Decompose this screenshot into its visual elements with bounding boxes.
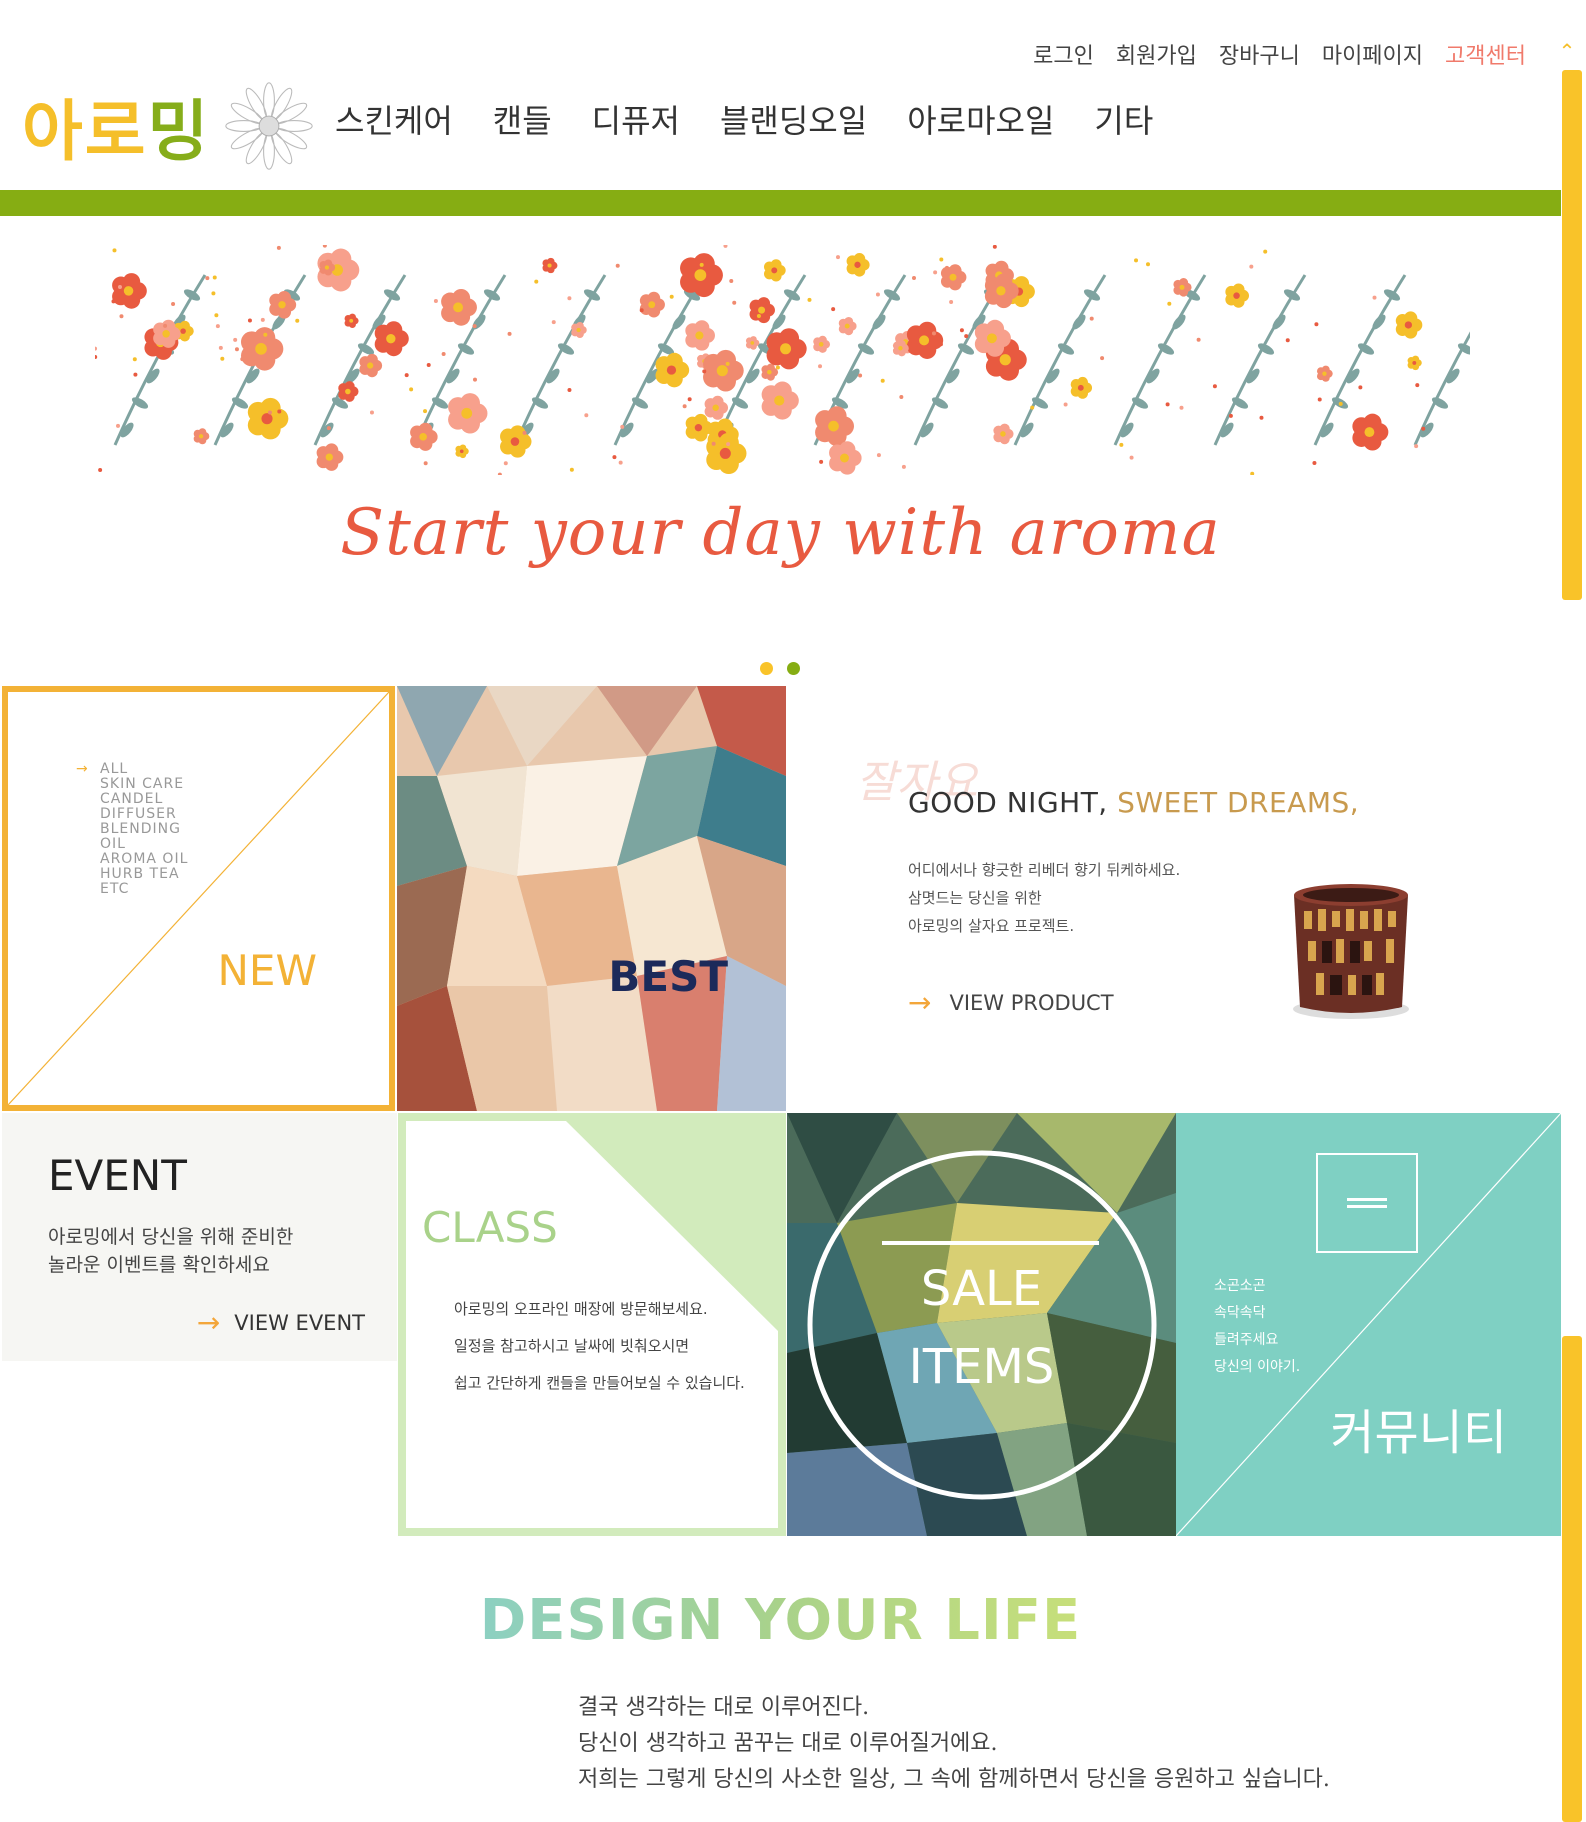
community-label: 커뮤니티 <box>1330 1405 1507 1461</box>
design-line: 당신이 생각하고 꿈꾸는 대로 이루어질거에요. <box>578 1731 998 1756</box>
hamburger-icon <box>1347 1198 1387 1208</box>
banner-tagline: Start your day with aroma <box>340 496 1221 570</box>
design-description: 결국 생각하는 대로 이루어진다. 당신이 생각하고 꿈꾸는 대로 이루어질거에… <box>578 1690 1330 1798</box>
arrow-right-icon: → <box>76 761 89 777</box>
logo-char-1: 아 <box>22 93 85 170</box>
new-tile[interactable]: → ALL SKIN CARE CANDEL DIFFUSER BLENDING… <box>2 686 395 1111</box>
class-description: 아로밍의 오프라인 매장에 방문해보세요. 일정을 참고하시고 날싸에 빗춰오시… <box>454 1291 745 1402</box>
best-label: BEST <box>608 952 728 1001</box>
header-divider <box>0 190 1561 216</box>
arrow-right-icon: → <box>908 986 932 1019</box>
event-tile: EVENT 아로밍에서 당신을 위해 준비한 놀라운 이벤트를 확인하세요 → … <box>2 1113 397 1361</box>
cart-link[interactable]: 장바구니 <box>1219 38 1300 70</box>
community-line: 당신의 이야기. <box>1214 1359 1301 1375</box>
category-item[interactable]: BLENDING <box>100 822 188 837</box>
night-title: GOOD NIGHT, SWEET DREAMS, <box>908 786 1359 819</box>
category-item[interactable]: HURB TEA <box>100 867 188 882</box>
category-item[interactable]: SKIN CARE <box>100 777 188 792</box>
community-tile[interactable]: 소곤소곤 속닥속닥 들려주세요 당신의 이야기. 커뮤니티 <box>1176 1113 1561 1536</box>
night-line: 아로밍의 살자요 프로젝트. <box>908 917 1075 935</box>
scrollbar-thumb[interactable] <box>1562 70 1582 600</box>
nav-blending-oil[interactable]: 블랜딩오일 <box>720 96 867 142</box>
class-line: 아로밍의 오프라인 매장에 방문해보세요. <box>454 1300 708 1318</box>
category-item[interactable]: ETC <box>100 882 188 897</box>
event-title: EVENT <box>48 1151 187 1200</box>
category-item[interactable]: OIL <box>100 837 188 852</box>
logo[interactable]: 아로밍 <box>22 78 314 174</box>
category-item[interactable]: CANDEL <box>100 792 188 807</box>
design-title-text: DESIGN YOUR LIFE <box>479 1588 1082 1653</box>
view-product-link[interactable]: → VIEW PRODUCT <box>908 986 1114 1019</box>
items-label: ITEMS <box>908 1339 1055 1395</box>
design-line: 결국 생각하는 대로 이루어진다. <box>578 1695 870 1720</box>
logo-char-3: 밍 <box>147 93 211 170</box>
good-night-tile: 잘자요 GOOD NIGHT, SWEET DREAMS, 어디에서나 향긋한 … <box>786 686 1561 1111</box>
community-description: 소곤소곤 속닥속닥 들려주세요 당신의 이야기. <box>1214 1273 1300 1381</box>
class-line: 일정을 참고하시고 날싸에 빗춰오시면 <box>454 1337 690 1355</box>
support-link[interactable]: 고객센터 <box>1445 38 1526 70</box>
logo-char-2: 로 <box>84 93 148 170</box>
event-description: 아로밍에서 당신을 위해 준비한 놀라운 이벤트를 확인하세요 <box>48 1223 293 1279</box>
community-line: 소곤소곤 <box>1214 1278 1266 1294</box>
nav-diffuser[interactable]: 디퓨저 <box>592 96 680 142</box>
slider-dots <box>760 662 800 675</box>
slider-dot-2[interactable] <box>787 662 800 675</box>
night-line: 삼몃드는 당신을 위한 <box>908 889 1042 907</box>
category-item[interactable]: AROMA OIL <box>100 852 188 867</box>
class-title: CLASS <box>422 1203 558 1252</box>
floral-banner-image <box>95 245 1470 475</box>
diagonal-line <box>8 692 389 1105</box>
polygon-pattern-image <box>397 686 786 1111</box>
scroll-up-icon[interactable]: ⌃ <box>1556 40 1578 62</box>
logo-text: 아로밍 <box>22 78 210 174</box>
class-tile[interactable]: CLASS 아로밍의 오프라인 매장에 방문해보세요. 일정을 참고하시고 날싸… <box>398 1113 786 1536</box>
design-line: 저희는 그렇게 당신의 사소한 일상, 그 속에 함께하면서 당신을 응원하고 … <box>578 1767 1330 1792</box>
event-line: 아로밍에서 당신을 위해 준비한 <box>48 1226 294 1248</box>
daisy-icon <box>225 82 313 170</box>
view-product-label: VIEW PRODUCT <box>949 990 1114 1015</box>
night-line: 어디에서나 향긋한 리베더 향기 뒤케하세요. <box>908 861 1181 879</box>
signup-link[interactable]: 회원가입 <box>1116 38 1197 70</box>
class-line: 쉽고 간단하게 캔들을 만들어보실 수 있습니다. <box>454 1374 745 1392</box>
night-title-b: SWEET DREAMS, <box>1117 786 1360 819</box>
scrollbar-track-segment <box>1562 1336 1582 1822</box>
new-label: NEW <box>217 946 317 995</box>
nav-aroma-oil[interactable]: 아로마오일 <box>907 96 1054 142</box>
login-link[interactable]: 로그인 <box>1033 38 1094 70</box>
arrow-right-icon: → <box>196 1306 221 1339</box>
nav-skincare[interactable]: 스킨케어 <box>335 96 453 142</box>
category-item[interactable]: ALL <box>100 762 188 777</box>
night-title-a: GOOD NIGHT, <box>908 786 1108 819</box>
best-tile[interactable]: BEST <box>397 686 786 1111</box>
community-line: 들려주세요 <box>1214 1332 1279 1348</box>
candle-holder-image <box>1293 884 1409 1019</box>
slider-dot-1[interactable] <box>760 662 773 675</box>
sale-label: SALE <box>920 1261 1043 1317</box>
sale-items-tile[interactable]: SALE ITEMS <box>787 1113 1176 1536</box>
main-nav: 스킨케어 캔들 디퓨저 블랜딩오일 아로마오일 기타 <box>335 96 1153 142</box>
night-description: 어디에서나 향긋한 리베더 향기 뒤케하세요. 삼몃드는 당신을 위한 아로밍의… <box>908 856 1180 940</box>
community-line: 속닥속닥 <box>1214 1305 1266 1321</box>
menu-icon[interactable] <box>1316 1153 1418 1253</box>
nav-etc[interactable]: 기타 <box>1094 96 1153 142</box>
view-event-link[interactable]: → VIEW EVENT <box>197 1306 365 1339</box>
util-nav: 로그인 회원가입 장바구니 마이페이지 고객센터 <box>1033 38 1526 70</box>
event-line: 놀라운 이벤트를 확인하세요 <box>48 1254 270 1276</box>
category-item[interactable]: DIFFUSER <box>100 807 188 822</box>
category-list: → ALL SKIN CARE CANDEL DIFFUSER BLENDING… <box>76 762 188 897</box>
polygon-pattern-image <box>787 1113 1176 1536</box>
nav-candle[interactable]: 캔들 <box>493 96 552 142</box>
view-event-label: VIEW EVENT <box>234 1310 365 1335</box>
design-title: DESIGN YOUR LIFE <box>0 1588 1561 1653</box>
mypage-link[interactable]: 마이페이지 <box>1322 38 1423 70</box>
